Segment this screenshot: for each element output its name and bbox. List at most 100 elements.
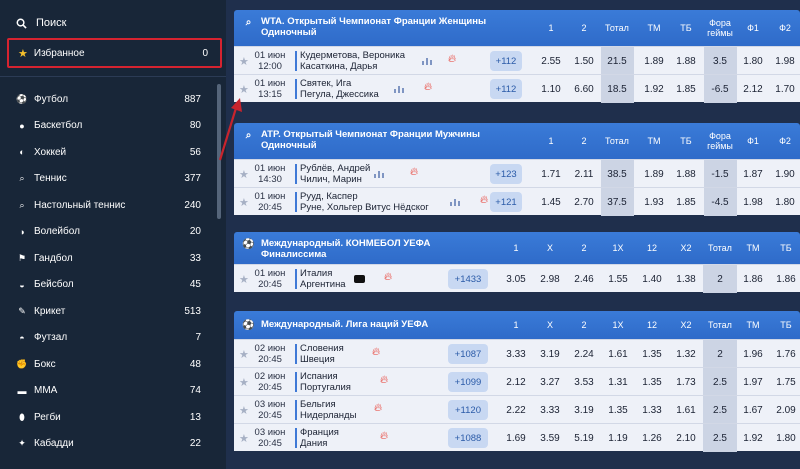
odds-cell[interactable]: 1.67 [736,396,770,424]
match-teams[interactable]: Испания Португалия [300,371,351,393]
odds-cell[interactable]: 1.73 [669,368,703,396]
league-header[interactable]: ⌕ WTA. Открытый Чемпионат Франции Женщины… [234,10,800,46]
odds-cell[interactable]: 1.92 [638,75,671,103]
odds-cell[interactable]: -1.5 [703,160,737,188]
sidebar-item-sport[interactable]: ✊ Бокс 48 [0,351,215,378]
odds-cell[interactable]: 1.90 [769,160,800,188]
odds-cell[interactable]: 1.80 [737,47,770,75]
odds-cell[interactable]: 2.98 [533,265,567,293]
odds-cell[interactable]: 3.33 [533,396,567,424]
odds-cell[interactable]: 1.86 [769,265,800,293]
odds-cell[interactable]: 1.50 [568,47,601,75]
odds-cell[interactable]: 1.96 [736,340,770,368]
odds-cell[interactable]: 3.27 [533,368,567,396]
odds-cell[interactable]: 2.22 [499,396,533,424]
odds-cell[interactable]: 2 [703,265,737,293]
more-markets-button[interactable]: +1120 [448,400,488,420]
sidebar-item-sport[interactable]: ⌕ Теннис 377 [0,166,215,193]
favorites-item[interactable]: ★ Избранное 0 [7,38,222,68]
match-row[interactable]: ★ 03 июн 20:45 Франция Дания 🔥︎ +1088 1.69 3.5… [234,423,800,452]
favorite-star-icon[interactable]: ★ [239,376,249,389]
odds-cell[interactable]: 2.12 [499,368,533,396]
sidebar-item-sport[interactable]: ◐ Хоккей 56 [0,139,215,166]
odds-cell[interactable]: 21.5 [600,47,634,75]
match-row[interactable]: ★ 01 июн 12:00 Кудерметова, Вероника Касат… [234,46,800,75]
favorite-star-icon[interactable]: ★ [239,348,249,361]
odds-cell[interactable]: 6.60 [568,75,601,103]
odds-cell[interactable]: 1.98 [769,47,800,75]
odds-cell[interactable]: 1.93 [638,188,671,216]
odds-cell[interactable]: 1.33 [635,396,669,424]
odds-cell[interactable]: 1.35 [635,368,669,396]
odds-cell[interactable]: 1.71 [535,160,568,188]
sidebar-item-sport[interactable]: ◓ Футзал 7 [0,325,215,352]
odds-cell[interactable]: 3.19 [567,396,601,424]
odds-cell[interactable]: 1.31 [601,368,635,396]
favorite-star-icon[interactable]: ★ [239,196,249,209]
odds-cell[interactable]: 1.85 [670,188,703,216]
odds-cell[interactable]: 3.33 [499,340,533,368]
sidebar-item-sport[interactable]: ◒ Бейсбол 45 [0,272,215,299]
search-button[interactable]: Поиск [16,14,66,32]
match-row[interactable]: ★ 02 июн 20:45 Словения Швеция 🔥︎ +1087 3.33 3… [234,339,800,368]
odds-cell[interactable]: 1.75 [769,368,800,396]
odds-cell[interactable]: 2.5 [703,424,737,452]
odds-cell[interactable]: 1.61 [669,396,703,424]
odds-cell[interactable]: 1.92 [736,424,770,452]
more-markets-button[interactable]: +1088 [448,428,488,448]
match-row[interactable]: ★ 01 июн 20:45 Италия Аргентина 🔥︎ +1433 3.05… [234,264,800,293]
odds-cell[interactable]: 2.70 [568,188,601,216]
odds-cell[interactable]: 1.38 [669,265,703,293]
odds-cell[interactable]: 1.45 [535,188,568,216]
more-markets-button[interactable]: +1087 [448,344,488,364]
odds-cell[interactable]: 1.69 [499,424,533,452]
odds-cell[interactable]: -4.5 [703,188,737,216]
odds-cell[interactable]: 1.61 [601,340,635,368]
sidebar-item-sport[interactable]: ◑ Волейбол 20 [0,219,215,246]
odds-cell[interactable]: 1.86 [736,265,770,293]
odds-cell[interactable]: 1.80 [769,188,800,216]
odds-cell[interactable]: 3.19 [533,340,567,368]
sidebar-item-sport[interactable]: ✦ Кабадди 22 [0,431,215,458]
odds-cell[interactable]: 1.88 [670,160,703,188]
more-markets-button[interactable]: +121 [490,192,522,212]
odds-cell[interactable]: 1.55 [601,265,635,293]
odds-cell[interactable]: -6.5 [703,75,737,103]
odds-cell[interactable]: 2.46 [567,265,601,293]
favorite-star-icon[interactable]: ★ [239,83,249,96]
favorite-star-icon[interactable]: ★ [239,273,249,286]
sidebar-item-sport[interactable]: ⬮ Регби 13 [0,404,215,431]
odds-cell[interactable]: 2.5 [703,396,737,424]
sidebar-item-sport[interactable]: ⌕ Настольный теннис 240 [0,192,215,219]
more-markets-button[interactable]: +112 [490,51,522,71]
favorite-star-icon[interactable]: ★ [239,55,249,68]
odds-cell[interactable]: 1.40 [635,265,669,293]
odds-cell[interactable]: 2.10 [669,424,703,452]
league-header[interactable]: ⚽ Международный. Лига наций УЕФА 1 X 2 1X 12 X2… [234,311,800,339]
statistics-icon[interactable] [422,56,432,65]
favorite-star-icon[interactable]: ★ [239,404,249,417]
odds-cell[interactable]: 1.35 [601,396,635,424]
odds-cell[interactable]: 3.5 [703,47,737,75]
odds-cell[interactable]: 38.5 [600,160,634,188]
match-teams[interactable]: Кудерметова, Вероника Касаткина, Дарья [300,50,405,72]
odds-cell[interactable]: 3.53 [567,368,601,396]
odds-cell[interactable]: 18.5 [600,75,634,103]
match-teams[interactable]: Италия Аргентина [300,268,346,290]
odds-cell[interactable]: 1.76 [769,340,800,368]
more-markets-button[interactable]: +1099 [448,372,488,392]
odds-cell[interactable]: 1.89 [638,47,671,75]
match-row[interactable]: ★ 01 июн 20:45 Рууд, Каспер Руне, Хольгер … [234,187,800,216]
odds-cell[interactable]: 1.85 [670,75,703,103]
favorite-star-icon[interactable]: ★ [239,168,249,181]
match-row[interactable]: ★ 02 июн 20:45 Испания Португалия 🔥︎ +1099 2.… [234,367,800,396]
match-teams[interactable]: Рууд, Каспер Руне, Хольгер Витус Нёдског [300,191,429,213]
match-teams[interactable]: Бельгия Нидерланды [300,399,356,421]
statistics-icon[interactable] [450,197,460,206]
odds-cell[interactable]: 1.19 [601,424,635,452]
match-teams[interactable]: Рублёв, Андрей Чилич, Марин [300,163,370,185]
sidebar-item-sport[interactable]: ▬ ММА 74 [0,378,215,405]
odds-cell[interactable]: 5.19 [567,424,601,452]
match-teams[interactable]: Святек, Ига Пегула, Джессика [300,78,379,100]
odds-cell[interactable]: 1.87 [737,160,770,188]
